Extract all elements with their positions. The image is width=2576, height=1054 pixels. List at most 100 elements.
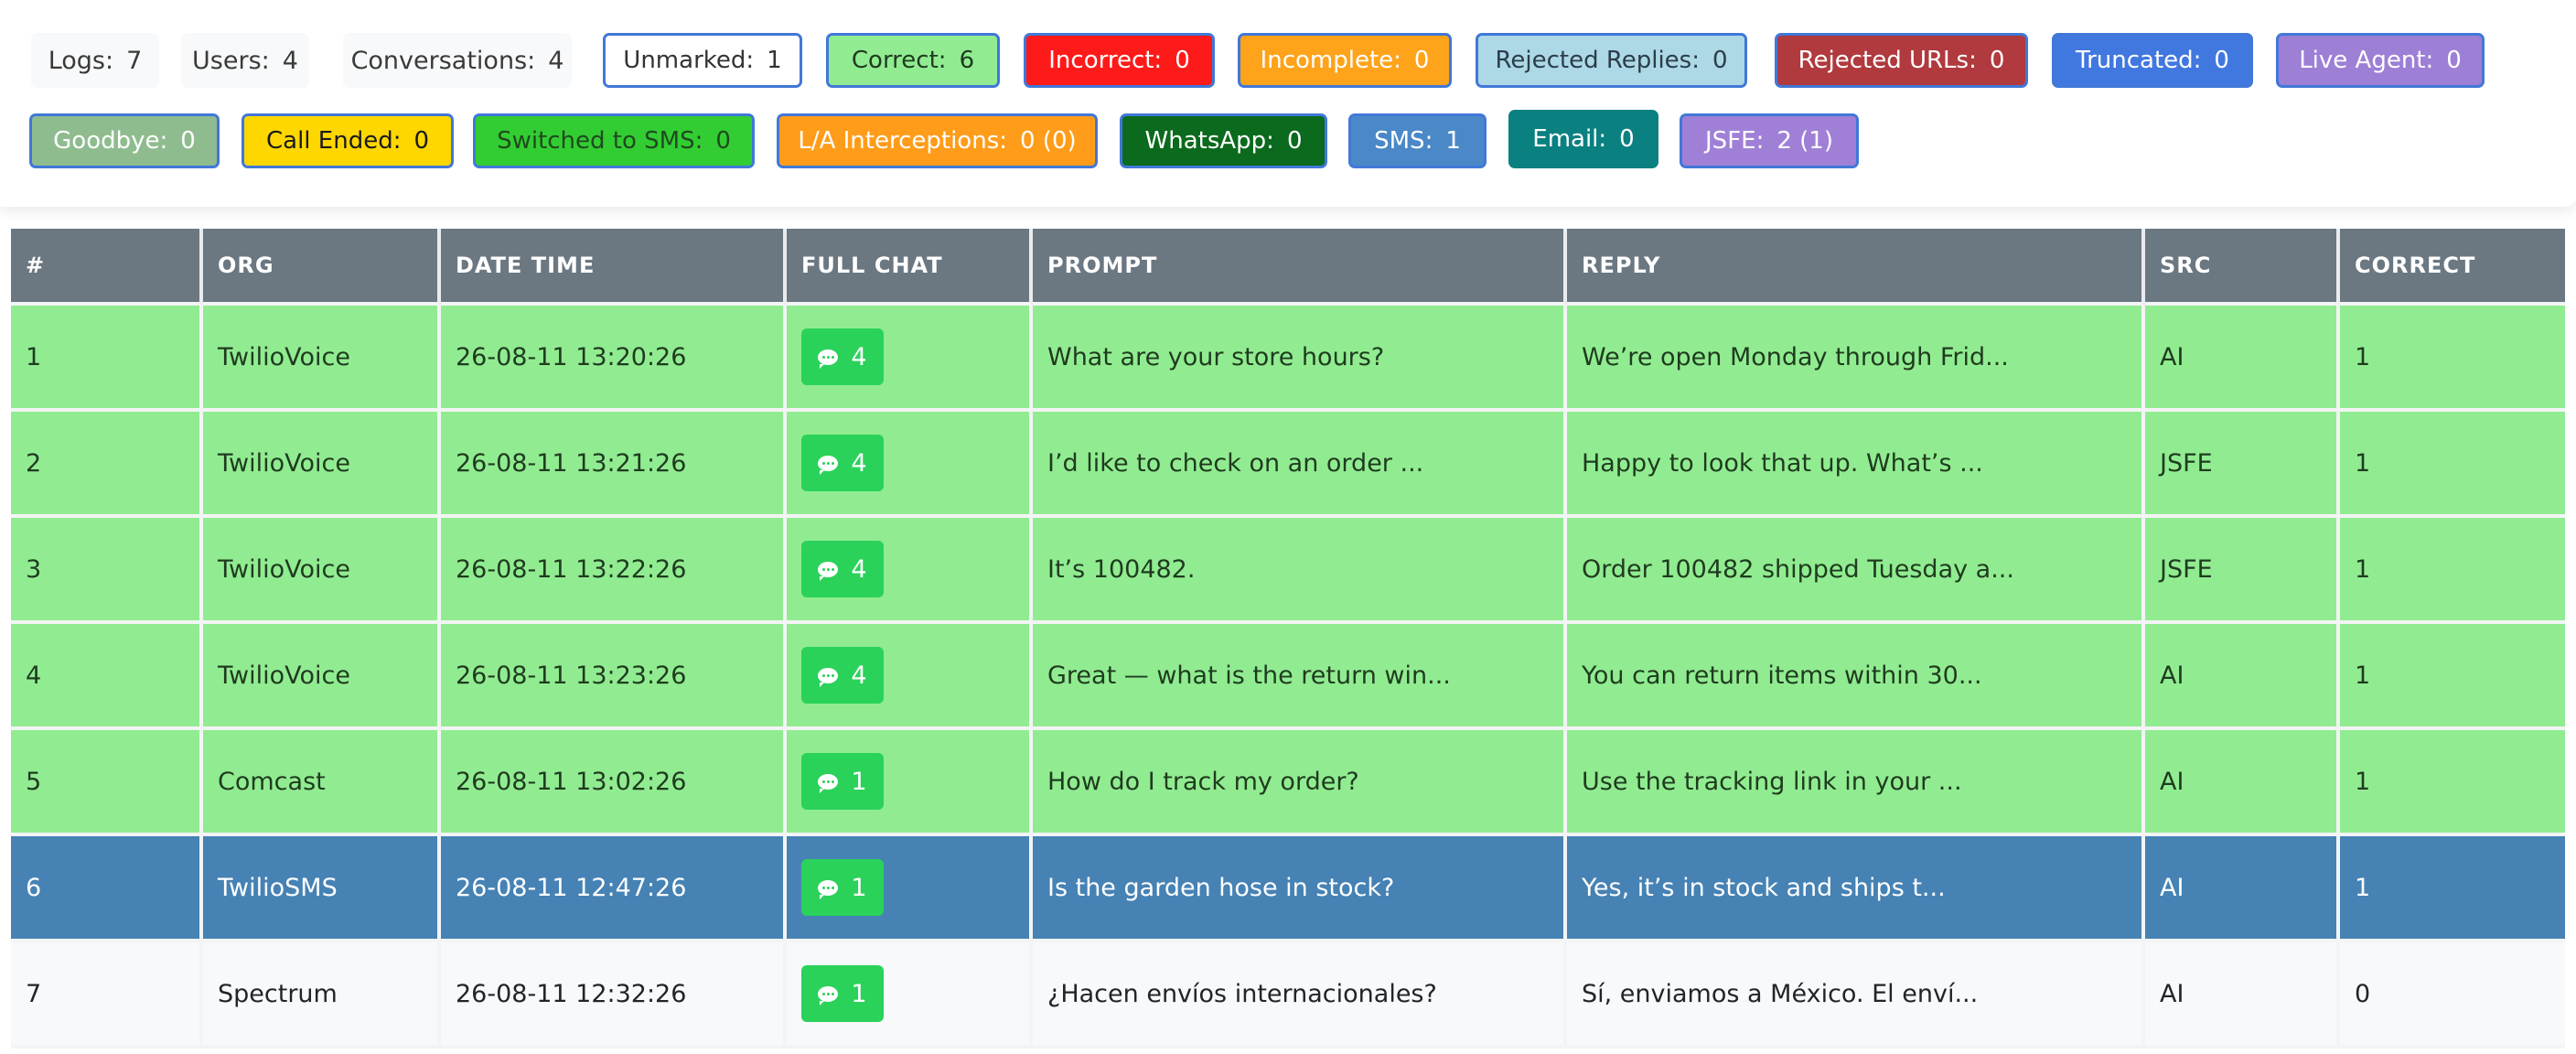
row-prompt: Is the garden hose in stock? [1033, 836, 1567, 942]
filter-count: 6 [959, 47, 975, 74]
filter-live-agent[interactable]: Live Agent: 0 [2276, 33, 2485, 88]
filter-correct[interactable]: Correct: 6 [826, 33, 1000, 88]
header-number[interactable]: # [11, 229, 203, 306]
filter-goodbye[interactable]: Goodbye: 0 [29, 113, 220, 168]
filter-count: 0 [1413, 47, 1430, 74]
header-correct[interactable]: CORRECT [2340, 229, 2565, 306]
filter-count: 0 [1619, 125, 1635, 153]
table-row[interactable]: 5 Comcast 26-08-11 13:02:26 1 How do I t… [11, 730, 2565, 836]
header-src[interactable]: SRC [2145, 229, 2340, 306]
filter-whatsapp[interactable]: WhatsApp: 0 [1120, 113, 1327, 168]
chat-bubble-icon [818, 773, 839, 793]
row-correct: 1 [2340, 518, 2565, 624]
row-full-chat: 4 [787, 306, 1033, 412]
row-org: Spectrum [203, 942, 441, 1049]
row-datetime: 26-08-11 13:20:26 [441, 306, 787, 412]
filter-rejected-replies[interactable]: Rejected Replies: 0 [1476, 33, 1747, 88]
filter-rejected-urls[interactable]: Rejected URLs: 0 [1775, 33, 2028, 88]
logs-label: Logs: [48, 46, 114, 75]
row-number: 4 [11, 624, 203, 730]
header-full-chat[interactable]: FULL CHAT [787, 229, 1033, 306]
header-date-time[interactable]: DATE TIME [441, 229, 787, 306]
filter-label: Rejected Replies: [1495, 47, 1700, 74]
filter-label: Call Ended: [265, 127, 402, 155]
filter-count: 1 [1445, 127, 1461, 155]
users-label: Users: [192, 46, 270, 75]
filter-call-ended[interactable]: Call Ended: 0 [242, 113, 454, 168]
row-reply: We’re open Monday through Frid... [1567, 306, 2145, 412]
chat-bubble-icon [818, 667, 839, 687]
table-row[interactable]: 7 Spectrum 26-08-11 12:32:26 1 ¿Hacen en… [11, 942, 2565, 1049]
filter-count: 1 [767, 47, 782, 74]
header-prompt[interactable]: PROMPT [1033, 229, 1567, 306]
filter-switched-to-sms[interactable]: Switched to SMS: 0 [473, 113, 755, 168]
chat-count: 1 [851, 979, 867, 1008]
table-header-row: # ORG DATE TIME FULL CHAT PROMPT REPLY S… [11, 229, 2565, 306]
table-row[interactable]: 1 TwilioVoice 26-08-11 13:20:26 4 What a… [11, 306, 2565, 412]
full-chat-button[interactable]: 1 [801, 965, 884, 1022]
row-datetime: 26-08-11 13:22:26 [441, 518, 787, 624]
conversations-label: Conversations: [350, 46, 536, 75]
row-correct: 1 [2340, 306, 2565, 412]
row-number: 2 [11, 412, 203, 518]
row-src: AI [2145, 942, 2340, 1049]
table-row[interactable]: 3 TwilioVoice 26-08-11 13:22:26 4 It’s 1… [11, 518, 2565, 624]
conversations-value: 4 [548, 46, 564, 75]
row-prompt: How do I track my order? [1033, 730, 1567, 836]
filter-email[interactable]: Email: 0 [1508, 110, 1658, 168]
filter-truncated[interactable]: Truncated: 0 [2052, 33, 2253, 88]
table-row[interactable]: 2 TwilioVoice 26-08-11 13:21:26 4 I’d li… [11, 412, 2565, 518]
table-row-selected[interactable]: 6 TwilioSMS 26-08-11 12:47:26 1 Is the g… [11, 836, 2565, 942]
full-chat-button[interactable]: 4 [801, 328, 884, 385]
row-reply: Order 100482 shipped Tuesday a... [1567, 518, 2145, 624]
row-src: AI [2145, 624, 2340, 730]
full-chat-button[interactable]: 4 [801, 541, 884, 597]
row-datetime: 26-08-11 12:47:26 [441, 836, 787, 942]
filter-label: WhatsApp: [1144, 127, 1274, 155]
chat-bubble-icon [818, 879, 839, 899]
conversations-count: Conversations: 4 [343, 33, 572, 88]
row-correct: 0 [2340, 942, 2565, 1049]
row-correct: 1 [2340, 624, 2565, 730]
full-chat-button[interactable]: 4 [801, 647, 884, 704]
filter-sms[interactable]: SMS: 1 [1348, 113, 1487, 168]
row-number: 5 [11, 730, 203, 836]
header-org[interactable]: ORG [203, 229, 441, 306]
filter-count: 0 [1712, 47, 1728, 74]
row-correct: 1 [2340, 412, 2565, 518]
row-reply: Yes, it’s in stock and ships t... [1567, 836, 2145, 942]
chat-bubble-icon [818, 985, 839, 1006]
filter-count: 0 [715, 127, 731, 155]
row-datetime: 26-08-11 13:21:26 [441, 412, 787, 518]
row-number: 1 [11, 306, 203, 412]
filter-count: 2 (1) [1776, 127, 1833, 155]
row-full-chat: 4 [787, 518, 1033, 624]
chat-count: 4 [851, 661, 867, 690]
full-chat-button[interactable]: 4 [801, 435, 884, 491]
row-number: 7 [11, 942, 203, 1049]
row-org: TwilioSMS [203, 836, 441, 942]
logs-count: Logs: 7 [31, 33, 159, 88]
stats-panel: Logs: 7 Users: 4 Conversations: 4 Unmark… [0, 0, 2576, 207]
filter-label: Incorrect: [1048, 47, 1163, 74]
header-reply[interactable]: REPLY [1567, 229, 2145, 306]
users-value: 4 [282, 46, 298, 75]
filter-jsfe[interactable]: JSFE: 2 (1) [1680, 113, 1859, 168]
logs-value: 7 [126, 46, 143, 75]
filter-incomplete[interactable]: Incomplete: 0 [1238, 33, 1452, 88]
row-prompt: Great — what is the return win... [1033, 624, 1567, 730]
table-row[interactable]: 4 TwilioVoice 26-08-11 13:23:26 4 Great … [11, 624, 2565, 730]
row-correct: 1 [2340, 730, 2565, 836]
row-full-chat: 4 [787, 624, 1033, 730]
filter-label: Truncated: [2076, 47, 2202, 74]
filter-la-interceptions[interactable]: L/A Interceptions: 0 (0) [777, 113, 1098, 168]
filter-label: Switched to SMS: [497, 127, 703, 155]
full-chat-button[interactable]: 1 [801, 859, 884, 916]
filter-unmarked[interactable]: Unmarked: 1 [603, 33, 802, 88]
row-reply: You can return items within 30... [1567, 624, 2145, 730]
filter-label: L/A Interceptions: [798, 127, 1007, 155]
full-chat-button[interactable]: 1 [801, 753, 884, 810]
logs-table: # ORG DATE TIME FULL CHAT PROMPT REPLY S… [11, 229, 2565, 1049]
row-correct: 1 [2340, 836, 2565, 942]
filter-incorrect[interactable]: Incorrect: 0 [1024, 33, 1215, 88]
